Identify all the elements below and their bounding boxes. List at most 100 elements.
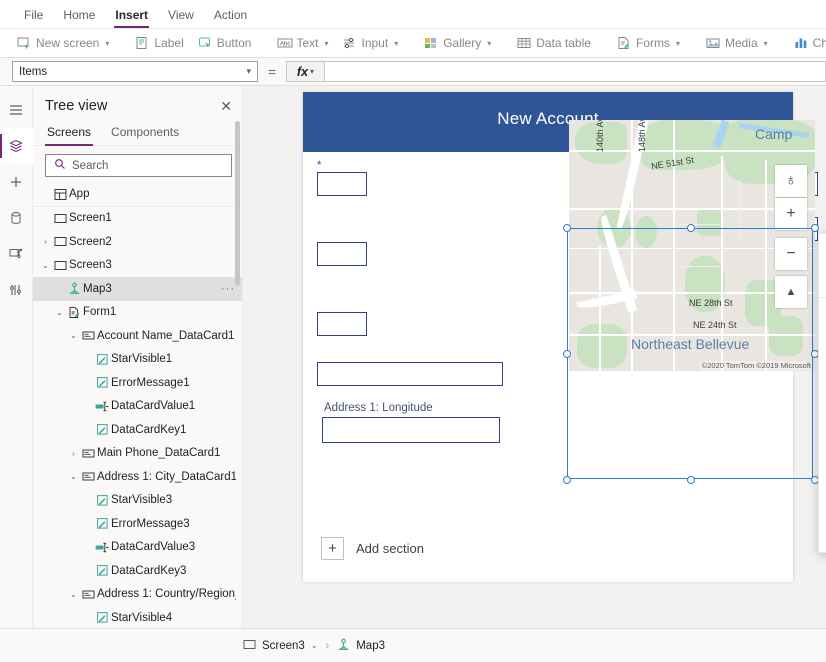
- data-source-popup[interactable]: Select a data source ✕ Search ⌄ In your …: [818, 233, 826, 553]
- longitude-input[interactable]: [322, 417, 500, 443]
- gallery-button[interactable]: Gallery ▾: [417, 33, 498, 53]
- text-label: Text: [296, 36, 318, 50]
- form-input-latitude[interactable]: [317, 362, 503, 386]
- tree-node-starvisible1[interactable]: StarVisible1: [33, 348, 242, 372]
- chevron-down-icon[interactable]: ⌄: [67, 472, 80, 481]
- formula-input[interactable]: [324, 61, 826, 82]
- data-source-section-in-your-app[interactable]: ⌄ In your app: [819, 304, 826, 323]
- plus-icon: +: [321, 537, 344, 560]
- pitch-control[interactable]: ▲: [775, 276, 807, 308]
- chevron-down-icon[interactable]: ⌄: [311, 641, 318, 650]
- zoom-out-control[interactable]: −: [775, 238, 807, 270]
- tree-node-datacardkey1[interactable]: DataCardKey1: [33, 418, 242, 442]
- close-icon[interactable]: ✕: [220, 99, 232, 113]
- menu-item-insert[interactable]: Insert: [105, 2, 158, 27]
- hamburger-icon[interactable]: [0, 92, 33, 128]
- tree-node-label: ErrorMessage3: [111, 518, 190, 530]
- menu-item-file[interactable]: File: [14, 2, 53, 27]
- data-source-search-container: Search: [819, 264, 826, 297]
- chevron-right-icon[interactable]: ›: [39, 237, 52, 246]
- chevron-down-icon[interactable]: ⌄: [67, 590, 80, 599]
- tree-node-datacardvalue3[interactable]: DataCardValue3: [33, 536, 242, 560]
- data-source-group-tables[interactable]: › Tables ···: [819, 454, 826, 484]
- charts-button[interactable]: Charts ▾: [787, 33, 826, 53]
- breadcrumb-control[interactable]: Map3: [337, 638, 385, 654]
- tree-node-screen2[interactable]: ›Screen2: [33, 230, 242, 254]
- add-section-button[interactable]: + Add section: [321, 537, 424, 560]
- tree-search-input[interactable]: Search: [45, 154, 232, 177]
- chevron-down-icon[interactable]: ⌄: [53, 308, 66, 317]
- form-input-hidden-1[interactable]: [317, 172, 367, 196]
- tree-node-address-1-country-region-datacard1[interactable]: ⌄Address 1: Country/Region_DataCard1: [33, 583, 242, 607]
- tab-components[interactable]: Components: [109, 122, 181, 145]
- pencil-icon: [94, 423, 111, 436]
- map-road: [679, 266, 719, 267]
- chevron-down-icon[interactable]: ⌄: [67, 331, 80, 340]
- button-button[interactable]: Button: [191, 33, 259, 53]
- breadcrumb-screen[interactable]: Screen3 ⌄: [243, 638, 318, 654]
- tree-node-datacardvalue1[interactable]: DataCardValue1: [33, 395, 242, 419]
- tree-node-starvisible3[interactable]: StarVisible3: [33, 489, 242, 513]
- tree-node-address-1-city-datacard1[interactable]: ⌄ Address 1: City_DataCard1: [33, 465, 242, 489]
- tree-node-form1[interactable]: ⌄Form1: [33, 301, 242, 325]
- app-screen-preview[interactable]: New Account * Address 1: Longitude dress: [303, 92, 793, 582]
- tree-node-account-name-datacard1[interactable]: ⌄Account Name_DataCard1: [33, 324, 242, 348]
- map-label-148th-ave-ne: 148th Ave NE: [637, 120, 647, 152]
- chevron-down-icon: ▾: [394, 39, 398, 48]
- map-park-area: [769, 316, 803, 356]
- tree-node-screen1[interactable]: Screen1: [33, 207, 242, 231]
- compass-control[interactable]: ♁: [775, 165, 807, 197]
- menu-item-home[interactable]: Home: [53, 2, 105, 27]
- tree-node-list[interactable]: AppScreen1›Screen2⌄Screen3Map3···⌄Form1⌄…: [33, 183, 242, 656]
- form-input-hidden-2[interactable]: [317, 242, 367, 266]
- input-button[interactable]: Input ▾: [335, 33, 405, 53]
- menu-item-action[interactable]: Action: [204, 2, 257, 27]
- tree-node-errormessage1[interactable]: ErrorMessage1: [33, 371, 242, 395]
- forms-button[interactable]: Forms ▾: [610, 33, 687, 53]
- tree-node-app[interactable]: App: [33, 183, 242, 207]
- map-road: [679, 224, 719, 225]
- fx-label: fx: [297, 65, 308, 79]
- data-source-item-organizations[interactable]: Organizations Microsoft Dataverse - Curr…: [819, 389, 826, 422]
- data-icon[interactable]: [0, 200, 33, 236]
- map-label-ne-24th-st: NE 24th St: [693, 320, 737, 330]
- fx-button[interactable]: fx ▾: [286, 61, 324, 82]
- menu-bar: File Home Insert View Action: [0, 0, 826, 29]
- tree-node-screen3[interactable]: ⌄Screen3: [33, 254, 242, 278]
- zoom-in-control[interactable]: +: [775, 198, 807, 230]
- tree-node-label: Address 1: City_DataCard1: [97, 471, 236, 483]
- label-button[interactable]: Label: [128, 33, 190, 53]
- data-source-item-accounts[interactable]: Accounts Microsoft Dataverse - Current e…: [819, 323, 826, 356]
- form-input-hidden-3[interactable]: [317, 312, 367, 336]
- chevron-down-icon[interactable]: ⌄: [39, 261, 52, 270]
- chevron-right-icon[interactable]: ›: [67, 449, 80, 458]
- map-park-area: [635, 216, 657, 248]
- more-options-icon[interactable]: ···: [221, 283, 235, 295]
- tree-node-label: DataCardValue1: [111, 400, 195, 412]
- media-button[interactable]: Media ▾: [699, 33, 775, 53]
- tree-node-starvisible4[interactable]: StarVisible4: [33, 606, 242, 630]
- data-table-button[interactable]: Data table: [510, 33, 598, 53]
- property-selector[interactable]: Items ▾: [12, 61, 258, 82]
- advanced-tools-icon[interactable]: [0, 272, 33, 308]
- text-button[interactable]: Abc Text ▾: [270, 33, 335, 53]
- media-icon: [706, 36, 720, 50]
- menu-item-view[interactable]: View: [158, 2, 204, 27]
- map-control[interactable]: Camp NE 51st St NE 28th St NE 24th St 14…: [569, 120, 815, 371]
- new-screen-icon: [17, 36, 31, 50]
- data-source-item-activities[interactable]: Activities Microsoft Dataverse - Current…: [819, 356, 826, 389]
- canvas-area[interactable]: New Account * Address 1: Longitude dress: [243, 86, 826, 656]
- media-icon[interactable]: [0, 236, 33, 272]
- data-source-item-colselectedaddress[interactable]: colSelectedAddress Collection: [819, 421, 826, 454]
- tree-node-main-phone-datacard1[interactable]: ›Main Phone_DataCard1: [33, 442, 242, 466]
- tree-view-icon[interactable]: [0, 128, 33, 164]
- data-source-group-connectors[interactable]: › Connectors ···: [819, 484, 826, 514]
- tree-scrollbar[interactable]: [235, 121, 240, 286]
- tree-node-datacardkey3[interactable]: DataCardKey3: [33, 559, 242, 583]
- new-screen-button[interactable]: New screen ▾: [10, 33, 116, 53]
- data-table-icon: [517, 36, 531, 50]
- tree-node-map3[interactable]: Map3···: [33, 277, 242, 301]
- insert-icon[interactable]: [0, 164, 33, 200]
- tree-node-errormessage3[interactable]: ErrorMessage3: [33, 512, 242, 536]
- tab-screens[interactable]: Screens: [45, 122, 93, 145]
